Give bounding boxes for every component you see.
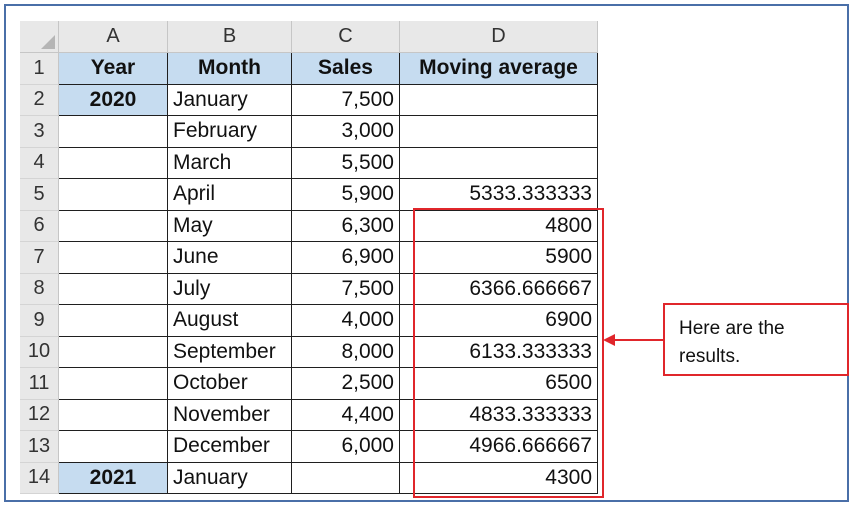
- moving-average-cell[interactable]: [400, 116, 598, 148]
- month-cell[interactable]: February: [168, 116, 292, 148]
- month-cell[interactable]: January: [168, 84, 292, 116]
- moving-average-cell[interactable]: 6366.666667: [400, 273, 598, 305]
- screenshot-frame: A B C D 1 Year Month Sales Moving averag…: [4, 4, 849, 502]
- year-cell[interactable]: [59, 147, 168, 179]
- sales-cell[interactable]: 4,000: [292, 305, 400, 337]
- year-cell[interactable]: [59, 242, 168, 274]
- sales-cell[interactable]: 7,500: [292, 273, 400, 305]
- month-cell[interactable]: July: [168, 273, 292, 305]
- row-header[interactable]: 2: [20, 84, 59, 116]
- sales-cell[interactable]: 7,500: [292, 84, 400, 116]
- moving-average-cell[interactable]: [400, 147, 598, 179]
- moving-average-cell[interactable]: 4966.666667: [400, 431, 598, 463]
- year-cell[interactable]: 2020: [59, 84, 168, 116]
- sales-cell[interactable]: 2,500: [292, 368, 400, 400]
- moving-average-cell[interactable]: 6500: [400, 368, 598, 400]
- moving-average-cell[interactable]: 4833.333333: [400, 399, 598, 431]
- row-header[interactable]: 11: [20, 368, 59, 400]
- month-cell[interactable]: January: [168, 462, 292, 494]
- column-header-a[interactable]: A: [59, 21, 168, 53]
- month-cell[interactable]: October: [168, 368, 292, 400]
- results-callout: Here are the results.: [663, 303, 849, 376]
- year-cell[interactable]: [59, 273, 168, 305]
- moving-average-cell[interactable]: 5333.333333: [400, 179, 598, 211]
- sales-cell[interactable]: 5,500: [292, 147, 400, 179]
- column-header-d[interactable]: D: [400, 21, 598, 53]
- sales-cell[interactable]: 6,900: [292, 242, 400, 274]
- header-year-cell[interactable]: Year: [59, 53, 168, 85]
- row-header[interactable]: 13: [20, 431, 59, 463]
- month-cell[interactable]: April: [168, 179, 292, 211]
- header-moving-average-cell[interactable]: Moving average: [400, 53, 598, 85]
- row-header[interactable]: 6: [20, 210, 59, 242]
- moving-average-cell[interactable]: 6133.333333: [400, 336, 598, 368]
- month-cell[interactable]: November: [168, 399, 292, 431]
- year-cell[interactable]: 2021: [59, 462, 168, 494]
- row-header[interactable]: 10: [20, 336, 59, 368]
- row-header[interactable]: 12: [20, 399, 59, 431]
- moving-average-cell[interactable]: 5900: [400, 242, 598, 274]
- moving-average-cell[interactable]: 4800: [400, 210, 598, 242]
- year-cell[interactable]: [59, 431, 168, 463]
- moving-average-cell[interactable]: [400, 84, 598, 116]
- row-header[interactable]: 14: [20, 462, 59, 494]
- row-header[interactable]: 8: [20, 273, 59, 305]
- year-cell[interactable]: [59, 399, 168, 431]
- month-cell[interactable]: May: [168, 210, 292, 242]
- header-sales-cell[interactable]: Sales: [292, 53, 400, 85]
- moving-average-cell[interactable]: 6900: [400, 305, 598, 337]
- year-cell[interactable]: [59, 179, 168, 211]
- year-cell[interactable]: [59, 305, 168, 337]
- sales-cell[interactable]: 3,000: [292, 116, 400, 148]
- spreadsheet-grid[interactable]: A B C D 1 Year Month Sales Moving averag…: [20, 21, 598, 494]
- callout-arrow-icon: [603, 334, 665, 346]
- column-header-c[interactable]: C: [292, 21, 400, 53]
- month-cell[interactable]: March: [168, 147, 292, 179]
- sales-cell[interactable]: 8,000: [292, 336, 400, 368]
- year-cell[interactable]: [59, 210, 168, 242]
- row-header[interactable]: 4: [20, 147, 59, 179]
- year-cell[interactable]: [59, 336, 168, 368]
- header-month-cell[interactable]: Month: [168, 53, 292, 85]
- sales-cell[interactable]: [292, 462, 400, 494]
- column-header-b[interactable]: B: [168, 21, 292, 53]
- year-cell[interactable]: [59, 116, 168, 148]
- month-cell[interactable]: June: [168, 242, 292, 274]
- month-cell[interactable]: September: [168, 336, 292, 368]
- sales-cell[interactable]: 5,900: [292, 179, 400, 211]
- sales-cell[interactable]: 6,300: [292, 210, 400, 242]
- year-cell[interactable]: [59, 368, 168, 400]
- row-header[interactable]: 3: [20, 116, 59, 148]
- row-header[interactable]: 5: [20, 179, 59, 211]
- sales-cell[interactable]: 4,400: [292, 399, 400, 431]
- month-cell[interactable]: December: [168, 431, 292, 463]
- row-header-1[interactable]: 1: [20, 53, 59, 85]
- row-header[interactable]: 7: [20, 242, 59, 274]
- month-cell[interactable]: August: [168, 305, 292, 337]
- row-header[interactable]: 9: [20, 305, 59, 337]
- sales-cell[interactable]: 6,000: [292, 431, 400, 463]
- select-all-corner[interactable]: [20, 21, 59, 53]
- moving-average-cell[interactable]: 4300: [400, 462, 598, 494]
